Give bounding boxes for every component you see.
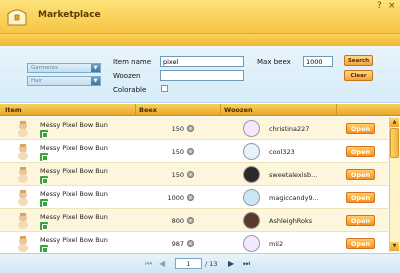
open-button[interactable]: Open xyxy=(346,192,375,203)
beex-coin-icon xyxy=(187,194,194,201)
seller-name[interactable]: mii2 xyxy=(269,240,283,248)
hair-item-icon xyxy=(18,236,28,252)
next-page-icon[interactable]: ▶ xyxy=(228,259,234,268)
beex-price: 987 xyxy=(171,240,184,248)
avatar xyxy=(243,235,260,252)
column-header-item[interactable]: Item xyxy=(5,106,22,114)
treasure-chest-icon xyxy=(7,9,27,26)
clear-button[interactable]: Clear xyxy=(344,70,373,81)
column-divider xyxy=(135,104,136,116)
beex-coin-icon xyxy=(187,148,194,155)
colorable-icon xyxy=(40,130,48,138)
item-name-input[interactable] xyxy=(160,56,244,67)
scroll-up-icon[interactable]: ▲ xyxy=(390,118,399,127)
colorable-icon xyxy=(40,199,48,207)
scroll-down-icon[interactable]: ▼ xyxy=(390,242,399,251)
avatar xyxy=(243,189,260,206)
seller-name[interactable]: christina227 xyxy=(269,125,309,133)
search-button[interactable]: Search xyxy=(344,55,373,66)
colorable-icon xyxy=(40,222,48,230)
page-number-input[interactable]: 1 xyxy=(175,258,202,269)
category-value: Garments xyxy=(31,65,59,71)
header-stripe xyxy=(0,34,400,46)
item-name: Messy Pixel Bow Bun xyxy=(40,190,108,198)
beex-coin-icon xyxy=(187,217,194,224)
beex-price: 150 xyxy=(171,125,184,133)
chevron-down-icon[interactable]: ▼ xyxy=(91,77,100,85)
beex-coin-icon xyxy=(187,240,194,247)
beex-coin-icon xyxy=(187,171,194,178)
seller-name[interactable]: cool323 xyxy=(269,148,295,156)
listing-table: Messy Pixel Bow Bun 150 christina227 Ope… xyxy=(0,117,388,252)
colorable-icon xyxy=(40,176,48,184)
chevron-down-icon[interactable]: ▼ xyxy=(91,64,100,72)
avatar xyxy=(243,143,260,160)
open-button[interactable]: Open xyxy=(346,123,375,134)
subcategory-dropdown[interactable]: Hair ▼ xyxy=(27,76,101,86)
beex-price: 150 xyxy=(171,171,184,179)
table-row: Messy Pixel Bow Bun 987 mii2 Open xyxy=(0,232,388,252)
hair-item-icon xyxy=(18,121,28,137)
seller-name[interactable]: magiccandy9... xyxy=(269,194,319,202)
total-pages: / 13 xyxy=(205,260,218,268)
seller-name[interactable]: sweetalexisb... xyxy=(269,171,317,179)
hair-item-icon xyxy=(18,167,28,183)
table-header: Item Beex Woozen xyxy=(0,104,400,116)
close-button[interactable]: × xyxy=(388,1,396,11)
last-page-icon[interactable]: ⏭ xyxy=(243,259,250,269)
colorable-checkbox[interactable] xyxy=(161,85,168,92)
beex-coin-icon xyxy=(187,125,194,132)
column-divider xyxy=(220,104,221,116)
max-beex-label: Max beex xyxy=(257,58,291,66)
help-button[interactable]: ? xyxy=(377,1,382,11)
hair-item-icon xyxy=(18,144,28,160)
item-name: Messy Pixel Bow Bun xyxy=(40,144,108,152)
table-row: Messy Pixel Bow Bun 150 christina227 Ope… xyxy=(0,117,388,140)
table-row: Messy Pixel Bow Bun 1000 magiccandy9... … xyxy=(0,186,388,209)
first-page-icon[interactable]: ⏮ xyxy=(145,259,152,269)
avatar xyxy=(243,120,260,137)
colorable-icon xyxy=(40,153,48,161)
beex-price: 150 xyxy=(171,148,184,156)
max-beex-input[interactable] xyxy=(303,56,333,67)
avatar xyxy=(243,212,260,229)
column-divider xyxy=(336,104,337,116)
table-row: Messy Pixel Bow Bun 800 AshleighRoks Ope… xyxy=(0,209,388,232)
woozen-input[interactable] xyxy=(160,70,244,81)
item-name: Messy Pixel Bow Bun xyxy=(40,213,108,221)
previous-page-icon[interactable]: ◀ xyxy=(159,259,165,268)
item-name: Messy Pixel Bow Bun xyxy=(40,121,108,129)
open-button[interactable]: Open xyxy=(346,215,375,226)
hair-item-icon xyxy=(18,190,28,206)
subcategory-value: Hair xyxy=(31,78,43,84)
beex-price: 1000 xyxy=(167,194,184,202)
scrollbar-thumb[interactable] xyxy=(390,128,399,158)
hair-item-icon xyxy=(18,213,28,229)
column-header-beex[interactable]: Beex xyxy=(139,106,157,114)
colorable-icon xyxy=(40,245,48,252)
item-name-label: Item name xyxy=(113,58,152,66)
item-name: Messy Pixel Bow Bun xyxy=(40,236,108,244)
table-row: Messy Pixel Bow Bun 150 cool323 Open xyxy=(0,140,388,163)
seller-name[interactable]: AshleighRoks xyxy=(269,217,312,225)
pagination-bar: ⏮ ◀ 1 / 13 ▶ ⏭ xyxy=(0,253,400,273)
beex-price: 800 xyxy=(171,217,184,225)
open-button[interactable]: Open xyxy=(346,238,375,249)
table-row: Messy Pixel Bow Bun 150 sweetalexisb... … xyxy=(0,163,388,186)
title-bar: Marketplace ? × xyxy=(0,0,400,34)
category-dropdown[interactable]: Garments ▼ xyxy=(27,63,101,73)
item-name: Messy Pixel Bow Bun xyxy=(40,167,108,175)
open-button[interactable]: Open xyxy=(346,169,375,180)
open-button[interactable]: Open xyxy=(346,146,375,157)
avatar xyxy=(243,166,260,183)
colorable-label: Colorable xyxy=(113,86,147,94)
window-title: Marketplace xyxy=(38,10,101,20)
column-header-woozen[interactable]: Woozen xyxy=(224,106,253,114)
woozen-label: Woozen xyxy=(113,72,141,80)
